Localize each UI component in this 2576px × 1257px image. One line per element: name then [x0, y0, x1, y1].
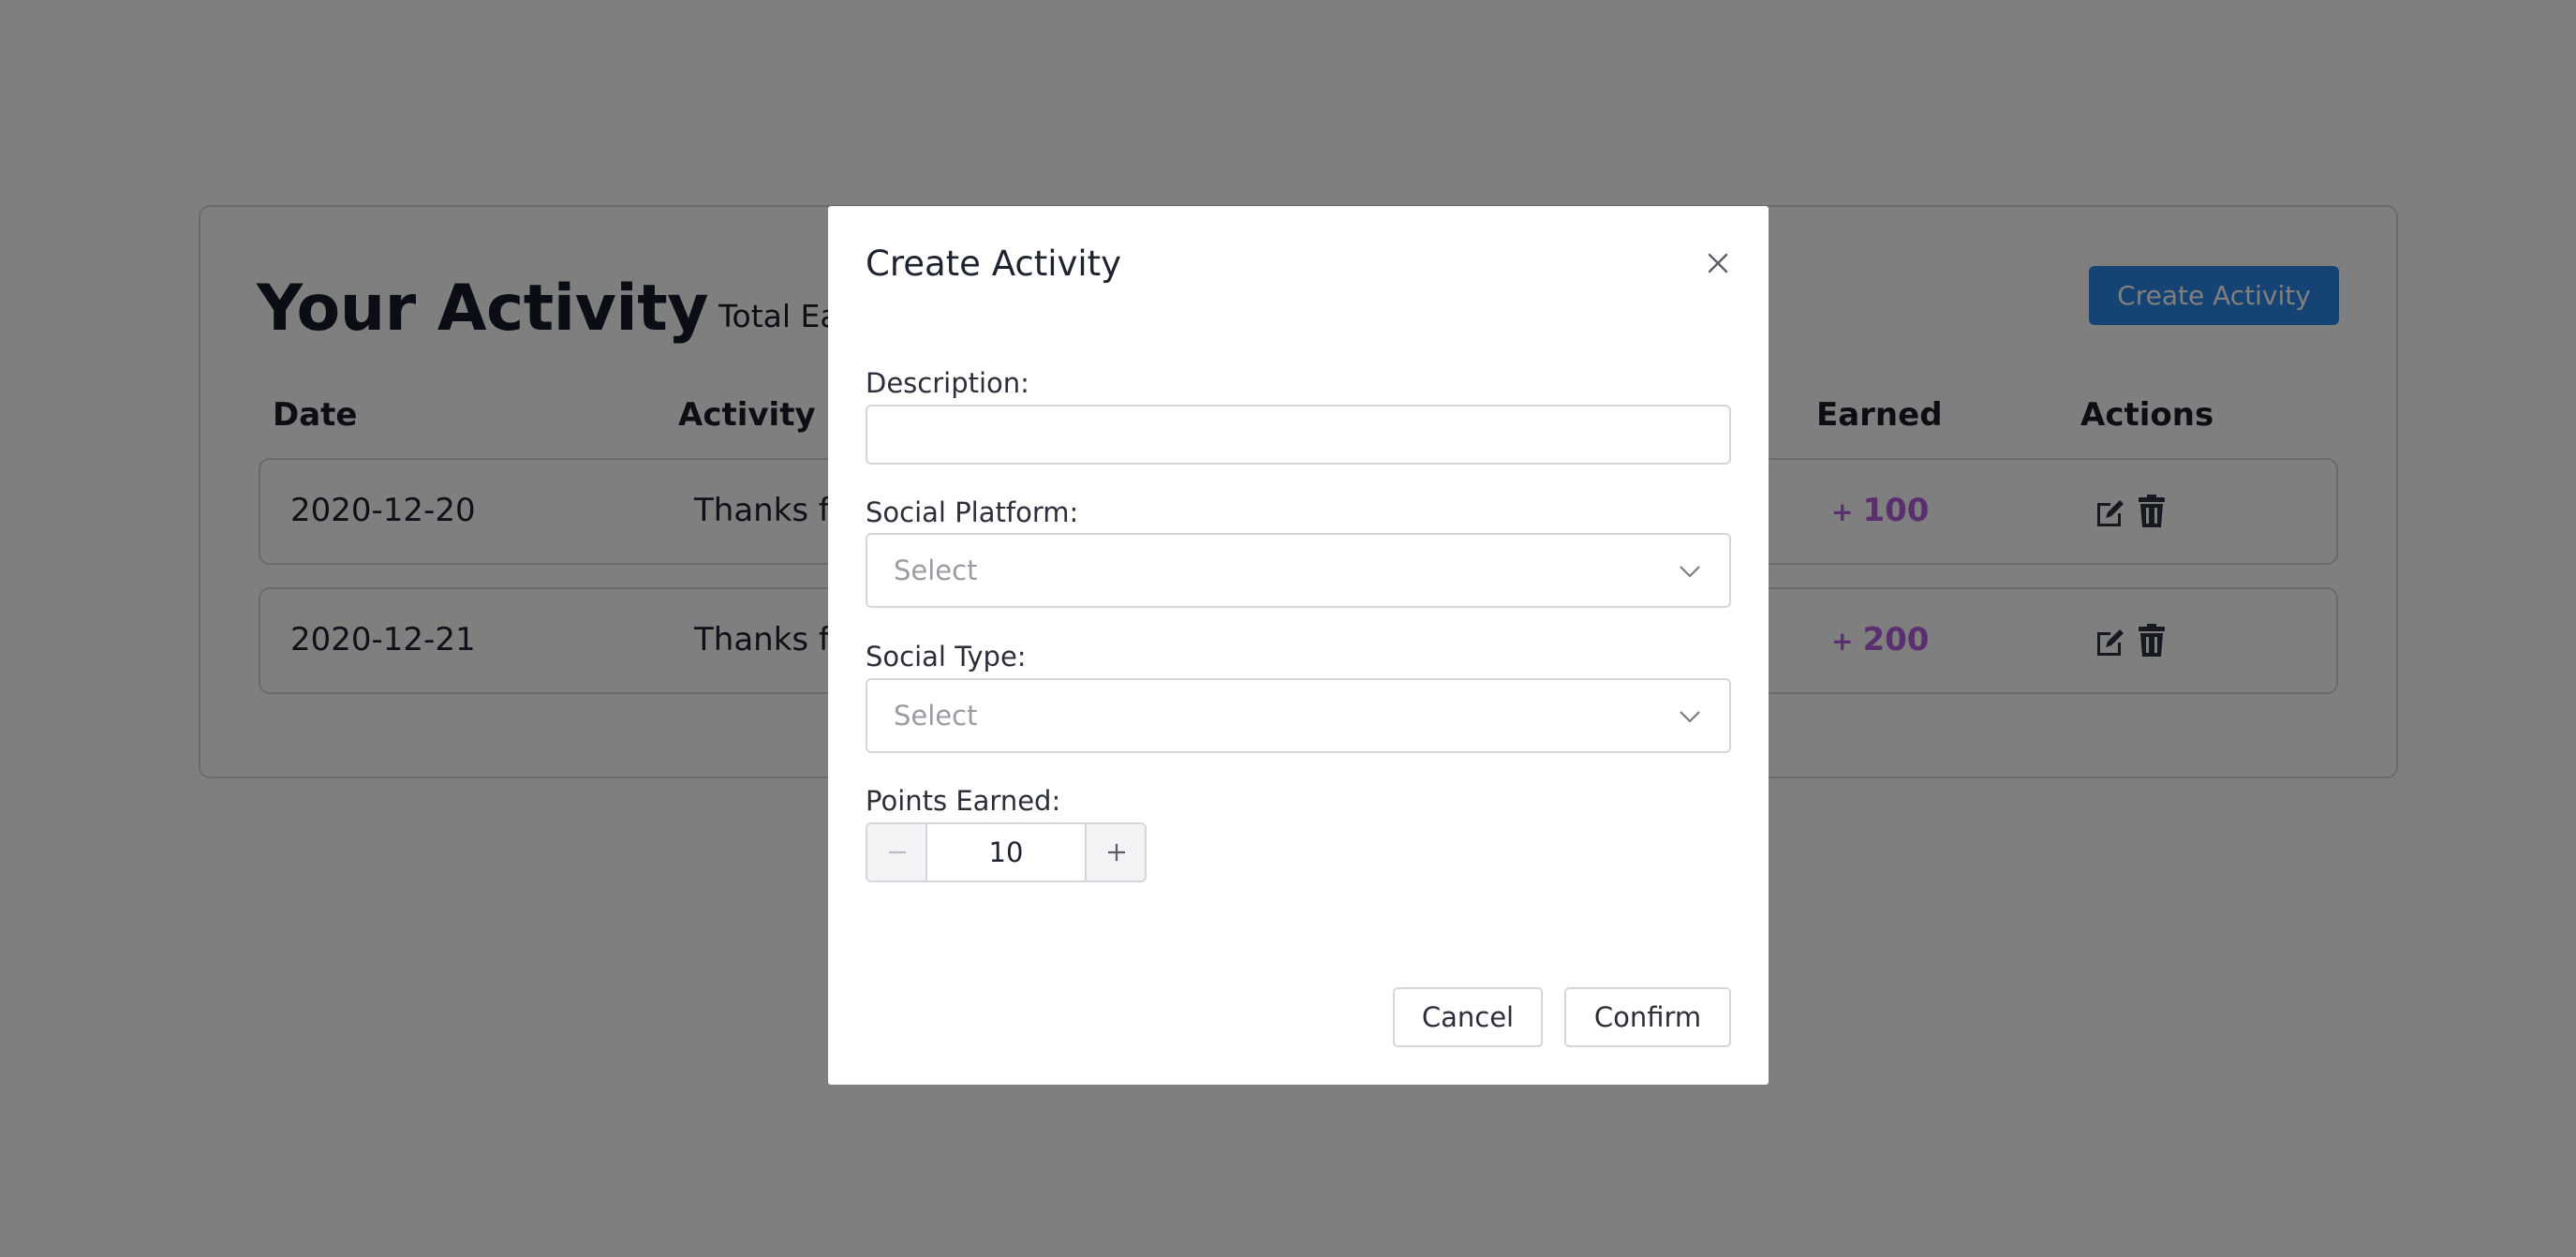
points-value[interactable]: 10: [927, 824, 1085, 880]
social-type-select[interactable]: Select: [866, 678, 1731, 753]
create-activity-modal: Create Activity Description: Social Plat…: [828, 206, 1769, 1085]
description-input[interactable]: [866, 405, 1731, 465]
social-type-value: Select: [894, 700, 978, 732]
cancel-button[interactable]: Cancel: [1393, 987, 1543, 1047]
chevron-down-icon: [1679, 563, 1701, 580]
modal-title: Create Activity: [866, 244, 1122, 284]
social-platform-select[interactable]: Select: [866, 533, 1731, 608]
decrement-button[interactable]: [867, 824, 927, 880]
points-earned-label: Points Earned:: [866, 785, 1061, 817]
confirm-button[interactable]: Confirm: [1564, 987, 1731, 1047]
social-type-label: Social Type:: [866, 641, 1027, 673]
close-icon[interactable]: [1704, 249, 1732, 277]
description-label: Description:: [866, 367, 1029, 399]
social-platform-value: Select: [894, 555, 978, 586]
increment-button[interactable]: [1085, 824, 1145, 880]
social-platform-label: Social Platform:: [866, 496, 1079, 528]
points-stepper: 10: [866, 822, 1147, 882]
chevron-down-icon: [1679, 708, 1701, 725]
